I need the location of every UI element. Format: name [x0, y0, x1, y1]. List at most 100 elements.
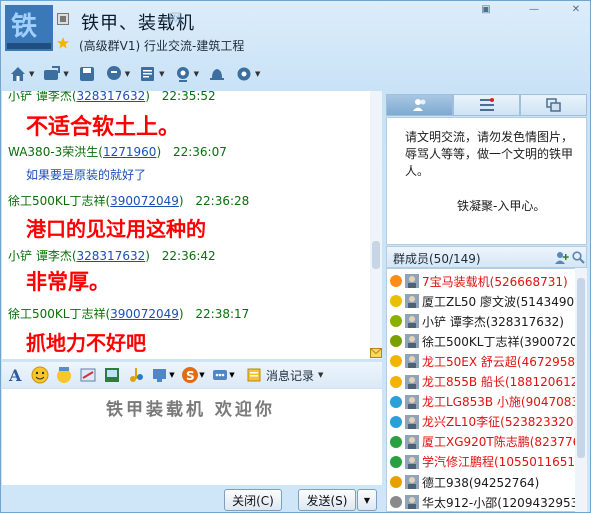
member-name: 龙工LG853B 小施(904708337) [422, 395, 587, 410]
message-header: 徐工500KL丁志祥(390072049) 22:36:28 [8, 194, 250, 208]
group-notice: 请文明交流，请勿发色情图片，辱骂人等等，做一个文明的铁甲人。 铁凝聚-入甲心。 [386, 117, 587, 245]
bell-button[interactable] [208, 65, 226, 83]
svg-text:S: S [186, 369, 195, 383]
avatar [405, 374, 419, 389]
home-button[interactable]: ▼ [9, 65, 34, 83]
member-scrollbar[interactable] [575, 268, 587, 512]
notice-text: 请文明交流，请勿发色情图片，辱骂人等等，做一个文明的铁甲人。 [405, 130, 574, 178]
music-button[interactable] [126, 365, 146, 385]
bell-icon [209, 69, 224, 80]
member-item[interactable]: 厦工ZL50 廖文波(514349026) [389, 291, 587, 311]
music-icon [130, 368, 143, 382]
notes-button[interactable]: ▼ [139, 65, 165, 83]
member-item[interactable]: 龙工50EX 舒云超(467295822) [389, 351, 586, 371]
message-log-button[interactable]: 消息记录 [266, 367, 314, 384]
avatar [405, 394, 419, 409]
member-status-icon [390, 315, 402, 328]
member-item[interactable]: 徐工500KL丁志祥(390072049) [389, 331, 586, 351]
add-member-icon[interactable] [555, 251, 569, 265]
member-status-icon [390, 415, 402, 428]
tab-list[interactable] [453, 94, 520, 116]
image-icon [105, 368, 119, 382]
message-header: 小铲 谭李杰(328317632) 22:35:52 [8, 91, 216, 103]
close-window-button[interactable]: ✕ [569, 4, 583, 16]
restore-button[interactable]: ▣ [479, 4, 493, 16]
sogou-button[interactable]: S ▼ [180, 365, 206, 385]
chat-history: 小铲 谭李杰(328317632) 22:35:52 不适合软土上。 WA380… [2, 91, 382, 359]
member-status-icon [390, 355, 402, 368]
member-name: 厦工ZL50 廖文波(514349026) [422, 294, 587, 309]
member-name: 龙兴ZL10李征(523823320) [422, 415, 579, 430]
chat-button[interactable]: ▼ [105, 65, 130, 83]
avatar [405, 495, 419, 510]
chat-icon [106, 66, 121, 80]
mail-icon[interactable] [370, 348, 382, 358]
message-body: 如果要是原装的就好了 [26, 168, 147, 182]
magic-emoji-button[interactable] [54, 365, 74, 385]
send-options-button[interactable]: ▼ [357, 489, 377, 511]
member-status-icon [390, 295, 402, 308]
right-tabs [386, 94, 587, 116]
camera-icon [176, 67, 189, 82]
app-logo: 铁 [5, 5, 53, 51]
member-item[interactable]: 龙工855B 船长(188120612) [389, 372, 583, 392]
font-button[interactable]: A [6, 365, 26, 385]
member-item[interactable]: 学汽修江鹏程(1055011651) [389, 452, 580, 472]
qq-link[interactable]: 390072049 [110, 307, 179, 321]
member-item[interactable]: 7宝马装载机(526668731) [389, 271, 568, 291]
avatar [405, 334, 419, 349]
member-status-icon [390, 476, 402, 488]
avatar [405, 434, 419, 449]
send-button[interactable]: 发送(S) [298, 489, 356, 511]
qq-link[interactable]: 328317632 [77, 91, 146, 103]
message-header: 小铲 谭李杰(328317632) 22:36:42 [8, 249, 216, 263]
tab-windows[interactable] [520, 94, 587, 116]
members-title: 群成员(50/149) [393, 252, 481, 266]
qq-link[interactable]: 390072049 [110, 194, 179, 208]
member-item[interactable]: 龙兴ZL10李征(523823320) [389, 412, 578, 432]
member-item[interactable]: 德工938(94252764) [389, 472, 539, 492]
watermark: 网 [169, 12, 183, 27]
bottom-bar: 关闭(C) 发送(S) ▼ [2, 487, 382, 513]
member-status-icon [390, 496, 402, 509]
chevron-down-icon[interactable]: ▼ [318, 371, 323, 379]
more-icon [213, 370, 228, 380]
scroll-thumb[interactable] [372, 241, 380, 269]
scroll-thumb[interactable] [577, 278, 585, 458]
message-body: 非常厚。 [26, 269, 110, 294]
camera-button[interactable]: ▼ [174, 65, 199, 83]
svg-text:A: A [8, 366, 22, 384]
qq-link[interactable]: 1271960 [103, 145, 156, 159]
svg-text:铁: 铁 [11, 11, 37, 42]
close-button[interactable]: 关闭(C) [224, 489, 282, 511]
message-body: 港口的见过用这种的 [26, 217, 206, 241]
save-button[interactable] [78, 65, 96, 83]
notice-signature: 铁凝聚-入甲心。 [457, 199, 546, 213]
member-item[interactable]: 厦工XG920T陈志鹏(823776... [389, 432, 586, 452]
chat-scrollbar[interactable] [370, 91, 382, 359]
member-item[interactable]: 华太912-小邵(1209432953) [389, 492, 583, 511]
shake-button[interactable] [78, 365, 98, 385]
more-button[interactable]: ▼ [210, 365, 236, 385]
screenshot-button[interactable]: ▼ [150, 365, 176, 385]
message-input[interactable]: 铁甲装载机 欢迎你 [2, 389, 382, 485]
format-toolbar: A ▼ S ▼ ▼ 消息记录 ▼ [2, 362, 382, 388]
search-icon[interactable] [572, 251, 585, 264]
tab-members[interactable] [386, 94, 453, 116]
image-button[interactable] [102, 365, 122, 385]
windows-icon [545, 98, 561, 112]
member-item[interactable]: 龙工LG853B 小施(904708337) [389, 392, 587, 412]
members-header: 群成员(50/149) [386, 246, 587, 268]
member-status-icon [390, 435, 402, 448]
member-name: 德工938(94252764) [422, 475, 540, 490]
settings-button[interactable]: ▼ [235, 65, 260, 83]
sogou-icon: S [182, 367, 199, 383]
magic-emoji-icon [57, 367, 71, 383]
member-item[interactable]: 小铲 谭李杰(328317632) [389, 311, 564, 331]
minimize-button[interactable]: — [527, 4, 541, 16]
qq-link[interactable]: 328317632 [77, 249, 146, 263]
avatar [405, 354, 419, 369]
emoji-button[interactable] [30, 365, 50, 385]
notes-icon [141, 67, 155, 81]
share-button[interactable]: ▼ [43, 65, 69, 83]
